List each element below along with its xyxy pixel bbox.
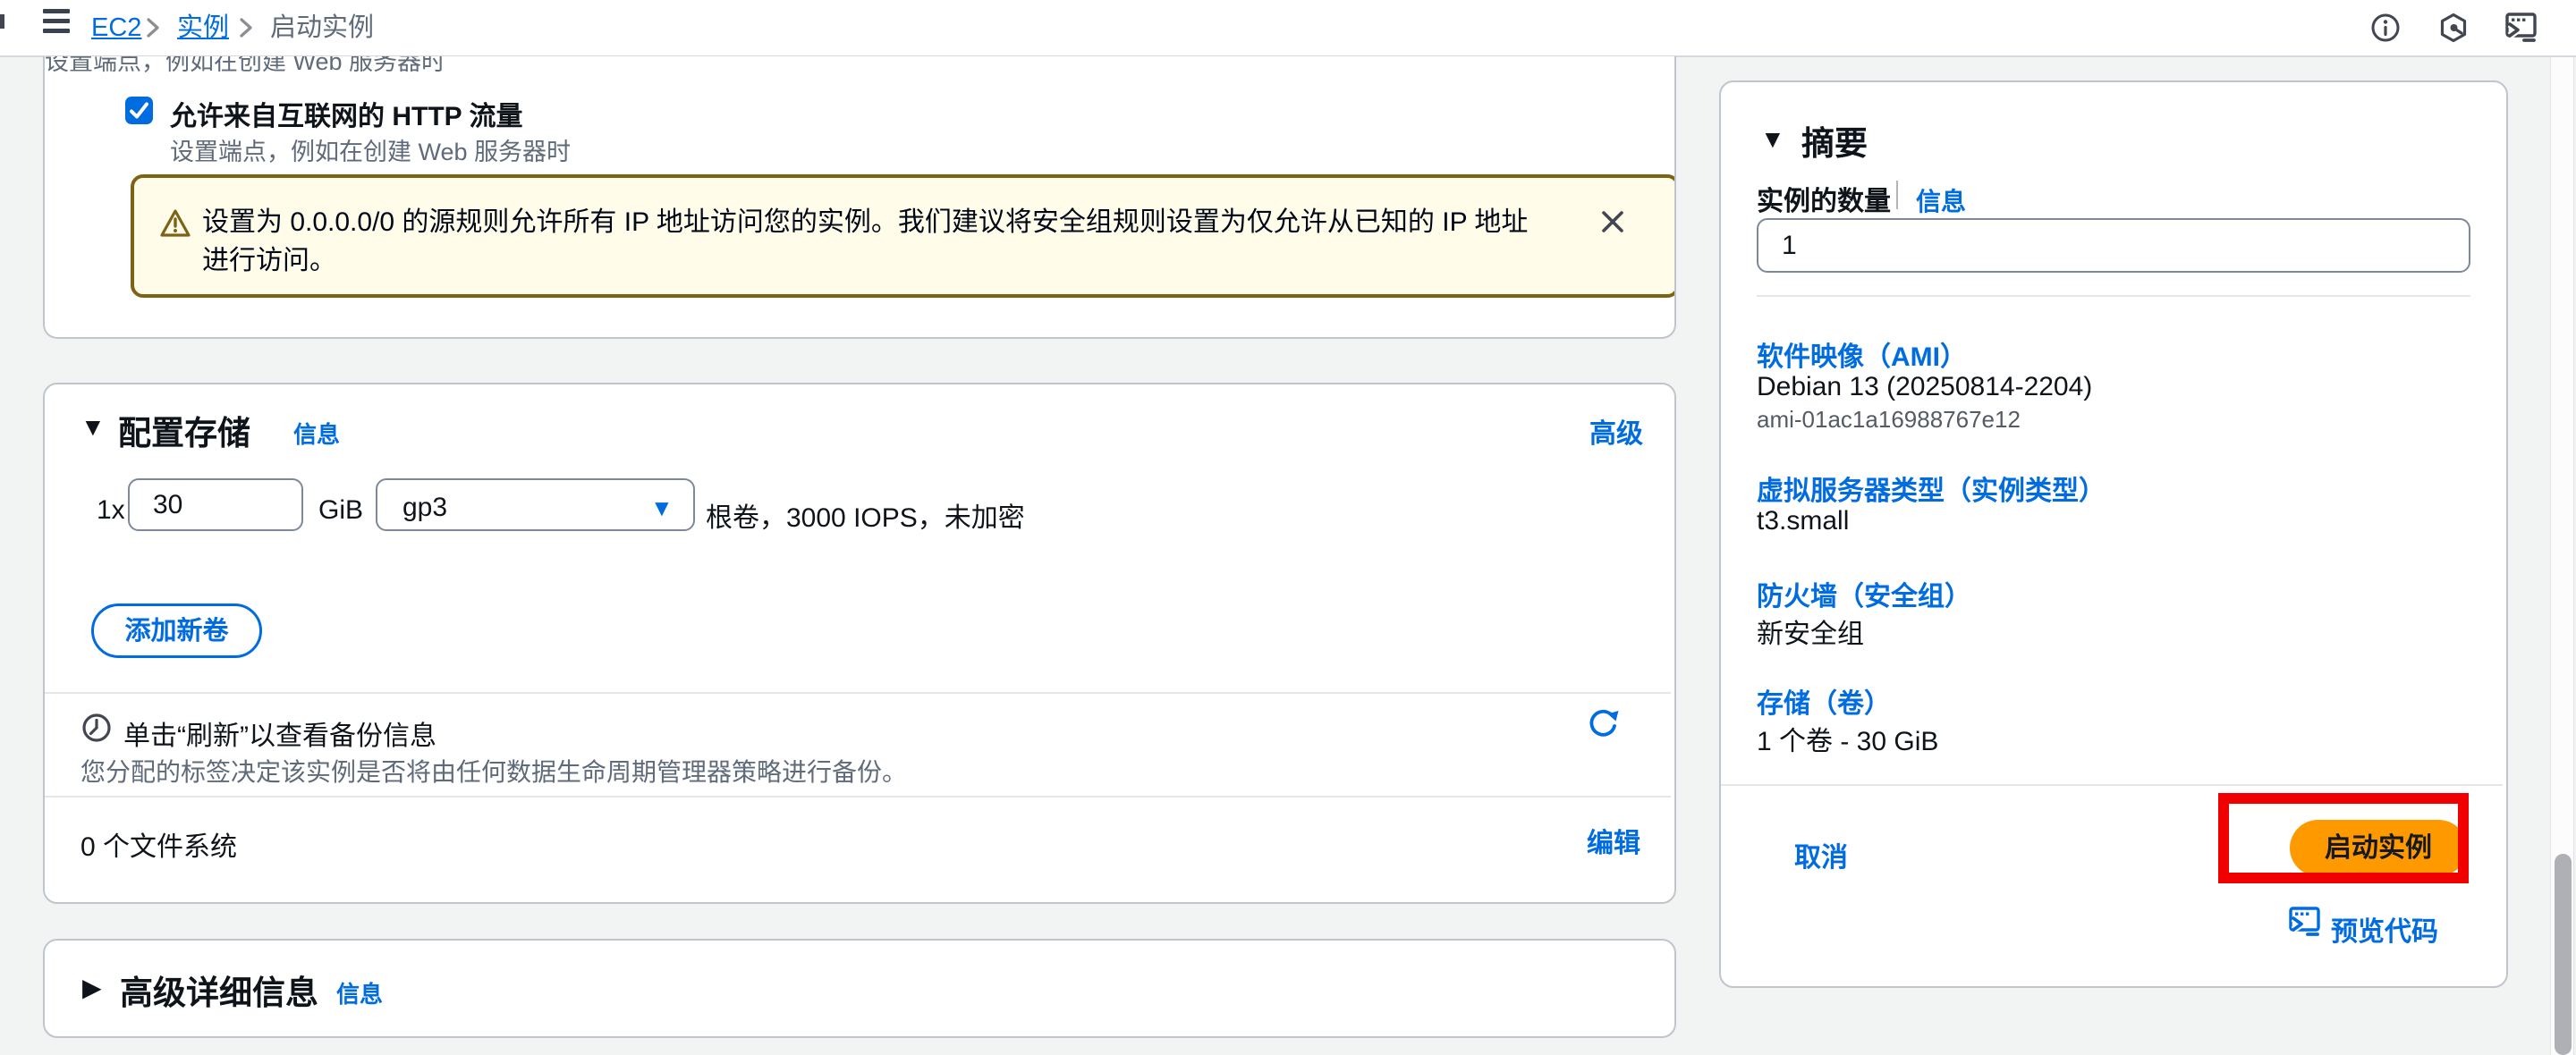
open-access-warning-alert: 设置为 0.0.0.0/0 的源规则允许所有 IP 地址访问您的实例。我们建议将…: [131, 174, 1676, 298]
summary-storage-value: 1 个卷 - 30 GiB: [1757, 719, 1938, 758]
cloudshell-icon[interactable]: [2504, 13, 2535, 43]
volume-type-value: gp3: [402, 493, 447, 523]
instance-count-info-link[interactable]: 信息: [1916, 182, 1966, 218]
http-traffic-label: 允许来自互联网的 HTTP 流量: [170, 94, 522, 133]
preview-code-icon[interactable]: [2288, 907, 2322, 939]
amazon-q-icon[interactable]: [2438, 13, 2469, 43]
http-traffic-description: 设置端点，例如在创建 Web 服务器时: [170, 132, 571, 167]
volume-size-input[interactable]: [128, 478, 303, 531]
chevron-right-icon: [236, 16, 256, 39]
refresh-description: 您分配的标签决定该实例是否将由任何数据生命周期管理器策略进行备份。: [80, 753, 907, 789]
breadcrumb: 实例: [177, 13, 229, 43]
scrollbar-thumb[interactable]: [2555, 854, 2572, 1055]
divider: [1757, 295, 2470, 297]
network-settings-card: 设置端点，例如在创建 Web 服务器时 允许来自互联网的 HTTP 流量 设置端…: [43, 56, 1676, 339]
clock-pending-icon: [80, 712, 113, 744]
chevron-right-icon: [143, 16, 163, 39]
volume-type-select[interactable]: gp3 ▼: [376, 478, 695, 531]
file-systems-edit-link[interactable]: 编辑: [1587, 821, 1640, 860]
storage-advanced-link[interactable]: 高级: [1589, 411, 1643, 451]
cancel-link[interactable]: 取消: [1794, 835, 1848, 874]
refresh-icon[interactable]: [1587, 706, 1621, 740]
menu-icon[interactable]: [43, 9, 70, 36]
volume-count-label: 1x: [97, 495, 125, 526]
storage-info-link[interactable]: 信息: [293, 417, 340, 450]
annotation-highlight-box: [2218, 793, 2469, 883]
add-volume-button[interactable]: 添加新卷: [91, 603, 262, 658]
clipped-previous-row: 设置端点，例如在创建 Web 服务器时: [45, 56, 1297, 69]
summary-instance-type-link[interactable]: 虚拟服务器类型（实例类型）: [1757, 468, 2106, 508]
divider: [1721, 784, 2503, 786]
storage-section-title: 配置存储: [118, 406, 250, 454]
breadcrumb-current: 启动实例: [270, 13, 374, 43]
summary-ami-link[interactable]: 软件映像（AMI）: [1757, 334, 1967, 374]
divider: [45, 796, 1671, 798]
configure-storage-card: ▼ 配置存储 信息 高级 1x GiB gp3 ▼ 根卷，3000 IOPS，未…: [43, 383, 1676, 904]
summary-storage-link[interactable]: 存储（卷）: [1757, 681, 1891, 721]
label-divider: [1896, 181, 1898, 209]
summary-firewall-link[interactable]: 防火墙（安全组）: [1757, 574, 1971, 613]
warning-message: 设置为 0.0.0.0/0 的源规则允许所有 IP 地址访问您的实例。我们建议将…: [202, 203, 1544, 280]
top-navigation-bar: [0, 0, 2576, 57]
advanced-details-card: ▶ 高级详细信息 信息: [43, 939, 1676, 1038]
breadcrumb-ec2[interactable]: EC2: [91, 13, 141, 42]
summary-ami-value: Debian 13 (20250814-2204): [1757, 372, 2092, 402]
instance-count-input[interactable]: [1757, 218, 2470, 273]
size-unit-label: GiB: [318, 495, 363, 526]
collapse-triangle-icon[interactable]: ▼: [1760, 125, 1785, 154]
collapse-triangle-icon[interactable]: ▼: [80, 413, 106, 442]
info-icon[interactable]: [2370, 13, 2401, 43]
expand-triangle-icon[interactable]: ▶: [82, 973, 102, 1002]
breadcrumb: EC2: [91, 13, 141, 43]
volume-description: 根卷，3000 IOPS，未加密: [706, 495, 1025, 535]
refresh-hint-text: 单击“刷新”以查看备份信息: [123, 713, 436, 753]
summary-ami-id: ami-01ac1a16988767e12: [1757, 406, 2021, 434]
summary-title: 摘要: [1801, 116, 1868, 165]
summary-instance-type-value: t3.small: [1757, 506, 1849, 536]
breadcrumb-instances[interactable]: 实例: [177, 13, 229, 42]
summary-firewall-value: 新安全组: [1757, 612, 1864, 651]
side-nav-edge: [0, 14, 4, 29]
advanced-details-title: 高级详细信息: [120, 966, 318, 1014]
http-traffic-checkbox[interactable]: [125, 97, 153, 124]
chevron-down-icon: ▼: [650, 494, 674, 522]
instance-count-label: 实例的数量: [1757, 179, 1891, 218]
close-icon[interactable]: [1597, 207, 1628, 237]
preview-code-link[interactable]: 预览代码: [2331, 909, 2438, 949]
advanced-info-link[interactable]: 信息: [336, 976, 383, 1009]
divider: [45, 692, 1671, 694]
file-systems-count: 0 个文件系统: [80, 824, 237, 864]
warning-icon: [159, 208, 191, 239]
